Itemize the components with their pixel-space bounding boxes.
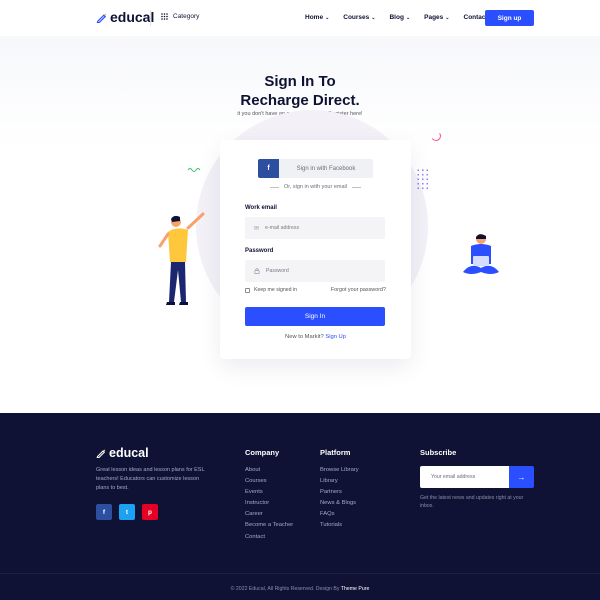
company-heading: Company (245, 448, 280, 457)
footer-link-tutorials[interactable]: Tutorials (320, 520, 359, 531)
subscribe-email-input[interactable]: Your email address (420, 466, 509, 488)
signin-card: f Sign in with Facebook Or, sign in with… (220, 140, 411, 359)
footer-company-column: Company About Courses Events Instructor … (245, 448, 293, 543)
main-nav: Home ⌄ Courses ⌄ Blog ⌄ Pages ⌄ Contact (305, 14, 502, 21)
footer-logo[interactable]: educal (96, 446, 149, 460)
divider-dash (270, 186, 280, 188)
dots-decoration (416, 168, 430, 192)
footer-link-faqs[interactable]: FAQs (320, 509, 359, 520)
signup-prompt: New to Markit? Sign Up (220, 334, 411, 340)
subscribe-submit-button[interactable]: → (509, 466, 534, 488)
footer-link-browse-library[interactable]: Browse Library (320, 465, 359, 476)
email-label: Work email (245, 205, 277, 211)
subscribe-note: Get the latest news and updates right at… (420, 495, 524, 509)
lock-icon (254, 268, 260, 274)
footer-link-news-blogs[interactable]: News & Blogs (320, 498, 359, 509)
footer-platform-column: Platform Browse Library Library Partners… (320, 448, 359, 532)
footer-subscribe-column: Subscribe (420, 448, 456, 465)
facebook-icon[interactable]: f (96, 504, 112, 520)
pencil-logo-icon (96, 449, 106, 458)
header-signup-button[interactable]: Sign up (485, 10, 534, 26)
title-line-1: Sign In To (264, 73, 336, 90)
logo-text: educal (110, 9, 155, 25)
title-line-2: Recharge Direct. (240, 92, 360, 109)
footer-logo-text: educal (109, 446, 149, 460)
forgot-password-link[interactable]: Forgot your password? (331, 287, 386, 293)
subscribe-heading: Subscribe (420, 448, 457, 457)
copyright-brand-link[interactable]: Theme Pure (341, 586, 370, 592)
chevron-down-icon: ⌄ (371, 14, 376, 21)
email-placeholder: e-mail address (265, 225, 300, 231)
footer-link-partners[interactable]: Partners (320, 487, 359, 498)
header-divider (150, 10, 151, 26)
footer-divider (0, 573, 600, 574)
footer-about: Great lesson ideas and lesson plans for … (96, 467, 205, 491)
facebook-icon: f (258, 159, 279, 178)
grid-icon (161, 13, 168, 20)
logo[interactable]: educal (96, 9, 154, 25)
or-text: Or, sign in with your email (284, 184, 347, 190)
page-title: Sign In To Recharge Direct. (0, 72, 600, 110)
footer-link-become-teacher[interactable]: Become a Teacher (245, 520, 293, 531)
facebook-signin-button[interactable]: f Sign in with Facebook (258, 159, 373, 178)
nav-label: Home (305, 14, 324, 21)
copyright: © 2022 Educal, All Rights Reserved. Desi… (0, 586, 600, 592)
email-field[interactable]: ✉ e-mail address (245, 217, 385, 239)
person-illustration-right (463, 234, 499, 274)
nav-pages[interactable]: Pages ⌄ (424, 14, 449, 21)
footer-link-career[interactable]: Career (245, 509, 293, 520)
chevron-down-icon: ⌄ (405, 14, 411, 21)
green-wave-decoration (187, 168, 201, 172)
divider-dash (351, 186, 361, 188)
person-illustration-left (158, 212, 205, 305)
signup-link[interactable]: Sign Up (325, 334, 346, 340)
site-header: educal Category Home ⌄ Courses ⌄ Blog ⌄ Pag… (0, 0, 600, 36)
signin-button[interactable]: Sign In (245, 307, 385, 326)
nav-label: Blog (389, 14, 404, 21)
new-to-text: New to Markit? (285, 334, 324, 340)
remember-checkbox[interactable] (245, 287, 250, 293)
mail-icon: ✉ (254, 225, 260, 232)
nav-blog[interactable]: Blog ⌄ (389, 14, 410, 21)
copyright-text: © 2022 Educal, All Rights Reserved. Desi… (230, 586, 340, 592)
footer-link-library[interactable]: Library (320, 476, 359, 487)
facebook-signin-label: Sign in with Facebook (296, 165, 356, 172)
remember-me[interactable]: Keep me signed in (245, 287, 297, 293)
nav-courses[interactable]: Courses ⌄ (343, 14, 375, 21)
password-placeholder: Password (266, 268, 289, 274)
footer-link-about[interactable]: About (245, 465, 293, 476)
pencil-logo-icon (96, 13, 107, 23)
subscribe-form: Your email address → (420, 466, 534, 488)
chevron-down-icon: ⌄ (325, 14, 330, 21)
nav-label: Courses (343, 14, 370, 21)
footer-link-events[interactable]: Events (245, 487, 293, 498)
category-menu[interactable]: Category (161, 13, 199, 20)
footer-link-instructor[interactable]: Instructor (245, 498, 293, 509)
chevron-down-icon: ⌄ (445, 14, 450, 21)
remember-label: Keep me signed in (254, 287, 297, 293)
nav-home[interactable]: Home ⌄ (305, 14, 329, 21)
pinterest-icon[interactable]: p (142, 504, 158, 520)
platform-heading: Platform (320, 448, 351, 457)
or-divider: Or, sign in with your email (220, 184, 411, 190)
arrow-right-icon: → (517, 472, 526, 482)
category-label: Category (173, 13, 200, 20)
footer-link-courses[interactable]: Courses (245, 476, 293, 487)
password-field[interactable]: Password (245, 260, 385, 282)
site-footer: educal Great lesson ideas and lesson pla… (0, 413, 600, 600)
footer-link-contact[interactable]: Contact (245, 532, 293, 543)
nav-label: Pages (424, 14, 444, 21)
password-label: Password (245, 248, 274, 254)
twitter-icon[interactable]: t (119, 504, 135, 520)
social-links: f t p (96, 504, 158, 520)
